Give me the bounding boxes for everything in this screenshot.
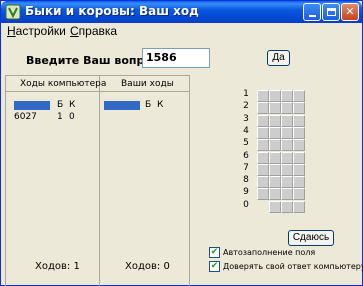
digit-cell[interactable] <box>281 176 293 189</box>
computer-bulls: 1 <box>57 112 63 122</box>
bulls-and-cows-app-icon <box>5 4 21 20</box>
digit-cell[interactable] <box>293 102 305 115</box>
digit-cell[interactable] <box>269 126 281 139</box>
window-title: Быки и коровы: Ваш ход <box>25 4 199 18</box>
digit-cell[interactable] <box>269 114 281 127</box>
digit-cell[interactable] <box>281 102 293 115</box>
digit-row-label: 0 <box>243 199 249 210</box>
your-bulls-header: Б <box>145 100 152 110</box>
digit-cell[interactable] <box>293 163 305 176</box>
digit-cell[interactable] <box>257 188 269 201</box>
digit-cell[interactable] <box>281 126 293 139</box>
close-icon: ✕ <box>345 5 355 18</box>
digit-cell[interactable] <box>293 176 305 189</box>
digit-cell[interactable] <box>257 163 269 176</box>
digit-cell[interactable] <box>293 139 305 152</box>
digit-cell[interactable] <box>257 176 269 189</box>
digit-row-label: 8 <box>243 175 249 186</box>
minimize-icon <box>308 15 316 17</box>
minimize-button[interactable] <box>303 3 321 21</box>
computer-moves-selection[interactable] <box>14 101 50 110</box>
digit-cell[interactable] <box>269 151 281 164</box>
computer-moves-count: Ходов: 1 <box>35 261 80 272</box>
digit-row-label: 6 <box>243 150 249 161</box>
trust-label: Доверять свой ответ компьютеру <box>223 262 363 271</box>
digit-cell[interactable] <box>269 176 281 189</box>
digit-cell[interactable] <box>293 114 305 127</box>
digit-cell[interactable] <box>293 126 305 139</box>
checkmark-icon: ✔ <box>210 261 219 271</box>
digit-cell[interactable] <box>257 151 269 164</box>
digit-cell[interactable] <box>269 163 281 176</box>
digit-cell[interactable] <box>269 102 281 115</box>
app-window: Быки и коровы: Ваш ход ✕ Настройки Справ… <box>0 0 363 286</box>
your-moves-header: Ваши ходы <box>121 79 174 89</box>
moves-panel: Ходы компьютера Ваши ходы Б К 6027 1 0 Б… <box>5 75 190 286</box>
digit-cell[interactable] <box>293 90 305 102</box>
digit-cell[interactable] <box>281 151 293 164</box>
submit-button[interactable]: Да <box>267 50 290 66</box>
title-bar[interactable]: Быки и коровы: Ваш ход ✕ <box>1 1 362 23</box>
digit-row-label: 7 <box>243 162 249 173</box>
digit-row-label: 1 <box>243 89 249 99</box>
digit-cell[interactable] <box>269 188 281 201</box>
digit-cell[interactable] <box>293 188 305 201</box>
digit-cell[interactable] <box>257 126 269 139</box>
close-button[interactable]: ✕ <box>341 3 359 21</box>
digit-cell[interactable] <box>281 163 293 176</box>
menu-help[interactable]: Справка <box>70 24 117 38</box>
maximize-icon <box>326 8 336 16</box>
digit-cell[interactable] <box>257 90 269 102</box>
digit-cell[interactable] <box>257 114 269 127</box>
digit-row-label: 9 <box>243 187 249 198</box>
digit-cell[interactable] <box>281 114 293 127</box>
digit-row-label: 4 <box>243 125 249 136</box>
autofill-checkbox[interactable]: ✔ <box>209 247 220 258</box>
your-cows-header: К <box>157 100 164 110</box>
digit-row-label: 5 <box>243 138 249 149</box>
digit-cell[interactable] <box>269 139 281 152</box>
digit-cell[interactable] <box>257 139 269 152</box>
your-moves-count: Ходов: 0 <box>125 261 170 272</box>
your-moves-selection[interactable] <box>104 101 140 110</box>
digit-cell[interactable] <box>281 139 293 152</box>
main-content: Введите Ваш вопрос 1586 Да Ходы компьюте… <box>1 39 363 286</box>
menu-bar: Настройки Справка <box>1 23 362 39</box>
digit-cell[interactable] <box>281 200 293 213</box>
computer-guess: 6027 <box>14 112 37 122</box>
computer-bulls-header: Б <box>57 100 64 110</box>
trust-checkbox[interactable]: ✔ <box>209 261 220 272</box>
question-label: Введите Ваш вопрос <box>26 54 159 67</box>
digit-cell[interactable] <box>269 200 281 213</box>
digit-cell[interactable] <box>269 90 281 102</box>
computer-moves-header: Ходы компьютера <box>20 79 107 89</box>
maximize-button[interactable] <box>322 3 340 21</box>
digit-row-label: 3 <box>243 113 249 124</box>
checkmark-icon: ✔ <box>210 247 219 257</box>
digit-row-label: 2 <box>243 101 249 112</box>
digit-cell[interactable] <box>257 102 269 115</box>
computer-cows: 0 <box>69 112 75 122</box>
give-up-button[interactable]: Сдаюсь <box>288 230 334 246</box>
menu-settings[interactable]: Настройки <box>7 24 66 38</box>
digit-cell[interactable] <box>293 151 305 164</box>
digit-cell[interactable] <box>281 188 293 201</box>
digit-cell[interactable] <box>281 90 293 102</box>
computer-cows-header: К <box>69 100 76 110</box>
autofill-label: Автозаполнение поля <box>223 248 316 257</box>
digit-cell[interactable] <box>293 200 305 213</box>
question-input[interactable]: 1586 <box>142 48 210 68</box>
